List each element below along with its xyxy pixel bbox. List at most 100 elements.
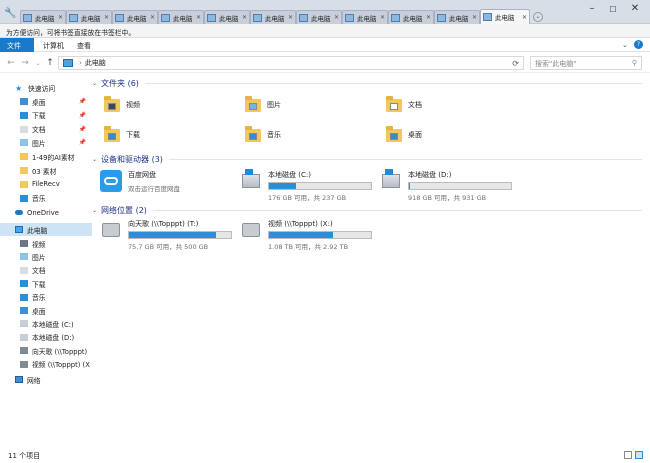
local-drive-item[interactable]: 本地磁盘 (C:) 176 GB 可用，共 237 GB — [242, 169, 372, 202]
nav-pc-item[interactable]: 本地磁盘 (C:) — [0, 317, 92, 330]
pin-icon: 📌 — [78, 98, 86, 105]
minimize-icon[interactable]: – — [585, 3, 599, 14]
refresh-icon[interactable]: ⟳ — [512, 59, 519, 68]
group-folders-header[interactable]: ⌄ 文件夹 (6) — [92, 77, 642, 89]
address-field[interactable]: › 此电脑 ⟳ — [58, 56, 524, 70]
tab-close-icon[interactable]: ✕ — [334, 14, 339, 21]
tab-close-icon[interactable]: ✕ — [104, 14, 109, 21]
forward-button[interactable]: → — [20, 58, 30, 68]
browser-tab[interactable]: 此电脑 ✕ — [158, 10, 204, 24]
tab-computer[interactable]: 计算机 — [36, 38, 71, 52]
folder-label: 图片 — [267, 101, 281, 109]
nav-pc-item[interactable]: 音乐 — [0, 291, 92, 304]
folder-item[interactable]: 视频 — [104, 91, 140, 119]
help-icon[interactable]: ? — [634, 40, 643, 49]
back-button[interactable]: ← — [6, 58, 16, 68]
nav-pc-item[interactable]: 文档 — [0, 264, 92, 277]
nav-quick-item[interactable]: 音乐 — [0, 192, 92, 205]
large-icons-view-button[interactable] — [635, 451, 643, 459]
tab-close-icon[interactable]: ✕ — [426, 14, 431, 21]
browser-tab[interactable]: 此电脑 ✕ — [112, 10, 158, 24]
drive-label: 本地磁盘 (D:) — [408, 171, 452, 179]
maximize-icon[interactable]: ☐ — [606, 5, 620, 14]
nav-quick-item[interactable]: 下载 📌 — [0, 109, 92, 122]
tab-view[interactable]: 查看 — [70, 38, 98, 52]
tab-close-icon[interactable]: ✕ — [150, 14, 155, 21]
browser-tab[interactable]: 此电脑 ✕ — [296, 10, 342, 24]
tab-file[interactable]: 文件 — [0, 38, 34, 52]
nav-quick-item[interactable]: 桌面 📌 — [0, 95, 92, 108]
nav-quick-access[interactable]: ★ 快速访问 — [0, 81, 92, 94]
tab-close-icon[interactable]: ✕ — [288, 14, 293, 21]
browser-tab[interactable]: 此电脑 ✕ — [66, 10, 112, 24]
music-folder-icon — [245, 125, 261, 142]
nav-onedrive[interactable]: OneDrive — [0, 206, 92, 219]
details-view-button[interactable] — [624, 451, 632, 459]
tab-close-icon[interactable]: ✕ — [522, 14, 527, 21]
search-placeholder: 搜索"此电脑" — [535, 60, 577, 68]
folder-item[interactable]: 下载 — [104, 121, 140, 149]
search-input[interactable]: 搜索"此电脑" ⚲ — [530, 56, 642, 70]
close-icon[interactable]: ✕ — [628, 3, 642, 14]
folder-tab-icon — [115, 13, 124, 22]
tools-icon[interactable]: 🔧 — [4, 8, 16, 19]
tab-close-icon[interactable]: ✕ — [242, 14, 247, 21]
nav-this-pc[interactable]: 此电脑 — [0, 223, 92, 236]
picture-badge-icon — [249, 102, 257, 110]
browser-tab[interactable]: 此电脑 ✕ — [434, 10, 480, 24]
browser-tab[interactable]: 此电脑 ✕ — [20, 10, 66, 24]
folder-tab-icon — [299, 13, 308, 22]
tab-close-icon[interactable]: ✕ — [380, 14, 385, 21]
browser-tab[interactable]: 此电脑 ✕ — [204, 10, 250, 24]
nav-pc-item[interactable]: 桌面 — [0, 304, 92, 317]
local-drive-item[interactable]: 本地磁盘 (D:) 918 GB 可用，共 931 GB — [382, 169, 512, 202]
nav-quick-item[interactable]: 图片 📌 — [0, 136, 92, 149]
folder-tab-icon — [345, 13, 354, 22]
drive-info: 视频 (\\Topppt) (X:) 1.08 TB 可用，共 2.92 TB — [268, 219, 372, 251]
baidu-netdisk-icon — [100, 170, 122, 192]
folder-item[interactable]: 音乐 — [245, 121, 281, 149]
nav-quick-item[interactable]: 文档 📌 — [0, 123, 92, 136]
nav-pc-item[interactable]: 图片 — [0, 250, 92, 263]
baidu-drive-item[interactable]: 百度网盘 双击运行百度网盘 — [100, 170, 180, 193]
browser-tab[interactable]: 此电脑 ✕ — [250, 10, 296, 24]
folder-icon — [20, 167, 28, 174]
nav-network[interactable]: 网络 — [0, 373, 92, 386]
capacity-text: 1.08 TB 可用，共 2.92 TB — [268, 243, 349, 251]
document-icon — [20, 125, 28, 133]
nav-quick-item[interactable]: 03 素材 — [0, 164, 92, 177]
nav-quick-item[interactable]: 1-49的AI素材 — [0, 150, 92, 163]
tab-close-icon[interactable]: ✕ — [472, 14, 477, 21]
folder-item[interactable]: 桌面 — [386, 121, 422, 149]
ribbon-expand-icon[interactable]: ⌄ — [622, 41, 628, 49]
desktop-icon — [20, 307, 28, 314]
nav-pc-item[interactable]: 向天歌 (\\Topppt) — [0, 344, 92, 357]
network-drive-icon — [242, 223, 260, 237]
browser-tab[interactable]: 此电脑 ✕ — [480, 9, 530, 24]
picture-icon — [20, 253, 28, 261]
network-drive-icon — [20, 347, 28, 355]
nav-quick-item[interactable]: FileRecv — [0, 178, 92, 191]
new-tab-button[interactable]: ⌄ — [533, 12, 543, 22]
nav-pc-item[interactable]: 下载 — [0, 277, 92, 290]
nav-pc-item[interactable]: 视频 — [0, 237, 92, 250]
tab-label: 此电脑 — [81, 14, 101, 23]
browser-tab[interactable]: 此电脑 ✕ — [388, 10, 434, 24]
recent-dropdown-icon[interactable]: ⌄ — [33, 60, 43, 67]
capacity-bar — [408, 182, 512, 190]
network-drive-item[interactable]: 向天歌 (\\Topppt) (T:) 75.7 GB 可用，共 500 GB — [102, 219, 232, 251]
up-button[interactable]: ↑ — [45, 58, 55, 68]
folder-item[interactable]: 文档 — [386, 91, 422, 119]
folder-item[interactable]: 图片 — [245, 91, 281, 119]
network-drive-icon — [102, 223, 120, 237]
browser-tab[interactable]: 此电脑 ✕ — [342, 10, 388, 24]
tab-close-icon[interactable]: ✕ — [58, 14, 63, 21]
network-icon — [15, 376, 23, 383]
group-network-header[interactable]: ⌄ 网络位置 (2) — [92, 204, 642, 216]
group-devices-header[interactable]: ⌄ 设备和驱动器 (3) — [92, 153, 642, 165]
nav-pc-item[interactable]: 本地磁盘 (D:) — [0, 331, 92, 344]
network-drive-item[interactable]: 视频 (\\Topppt) (X:) 1.08 TB 可用，共 2.92 TB — [242, 219, 372, 251]
nav-item-label: 桌面 — [32, 307, 46, 316]
tab-close-icon[interactable]: ✕ — [196, 14, 201, 21]
nav-pc-item[interactable]: 视频 (\\Topppt) (X — [0, 358, 92, 371]
